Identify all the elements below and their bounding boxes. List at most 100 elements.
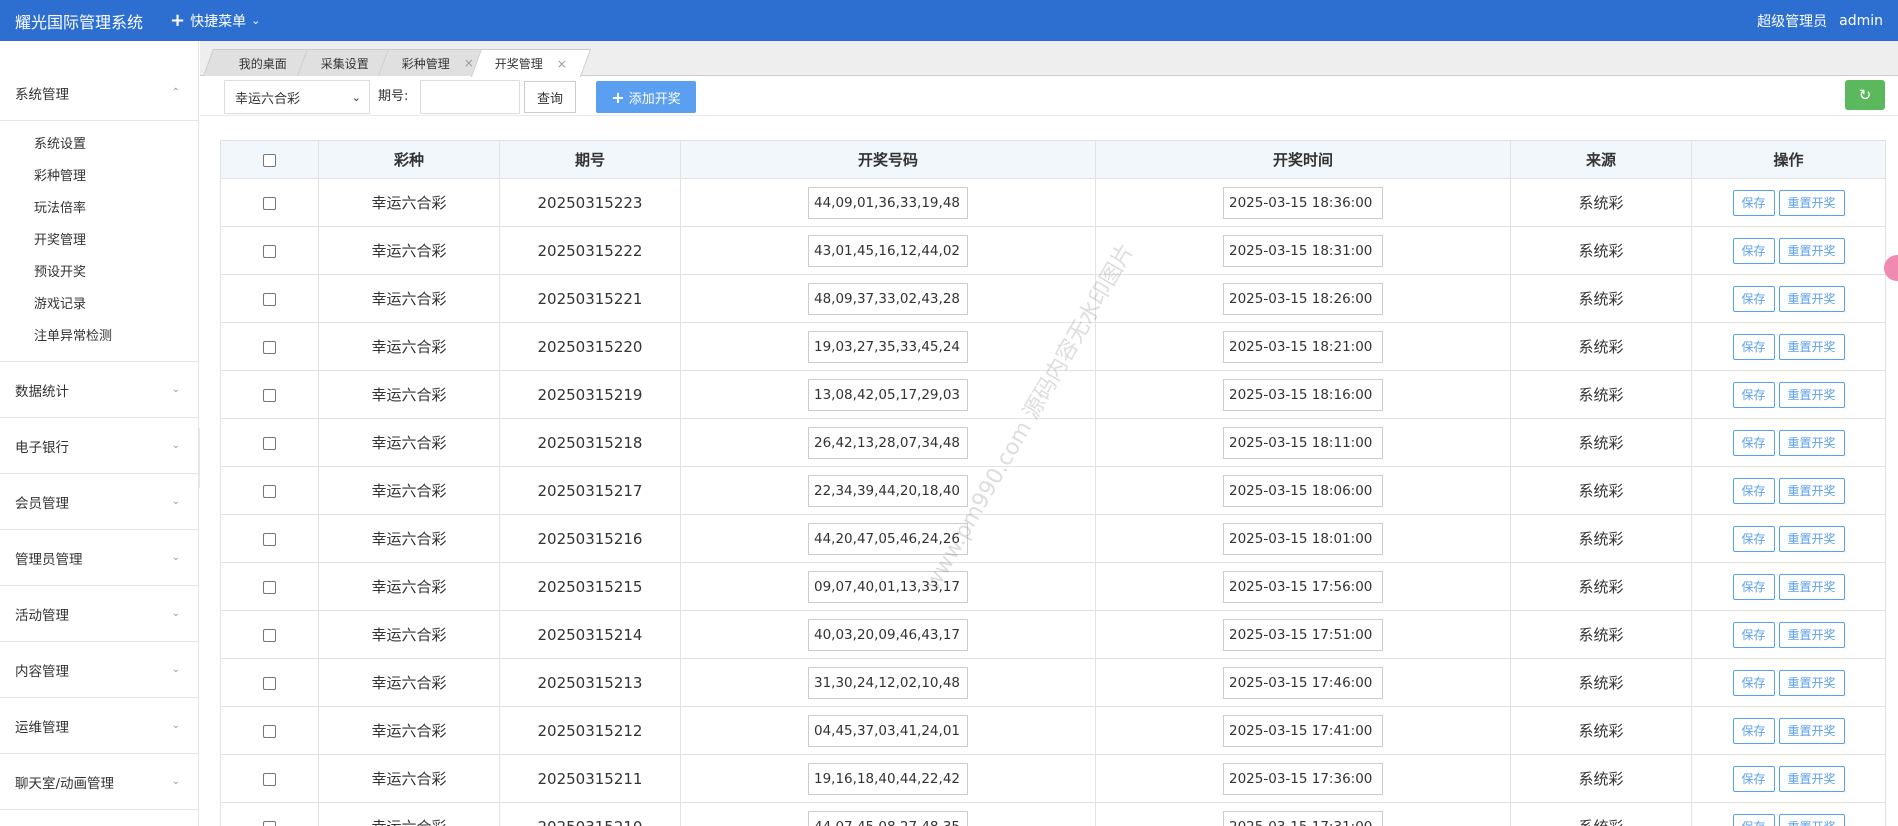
save-button[interactable]: 保存	[1732, 717, 1775, 744]
save-button[interactable]: 保存	[1732, 669, 1775, 696]
reset-draw-button[interactable]: 重置开奖	[1778, 813, 1845, 826]
sidebar-group-system[interactable]: 系统管理 ⌃	[0, 65, 198, 121]
save-button[interactable]: 保存	[1732, 813, 1775, 826]
sidebar-item[interactable]: 玩法倍率	[0, 193, 198, 225]
sidebar-item[interactable]: 系统设置	[0, 129, 198, 161]
reset-draw-button[interactable]: 重置开奖	[1778, 285, 1845, 312]
reset-draw-button[interactable]: 重置开奖	[1778, 381, 1845, 408]
save-button[interactable]: 保存	[1732, 333, 1775, 360]
time-input[interactable]: 2025-03-15 18:06:00	[1223, 474, 1383, 507]
row-checkbox[interactable]	[263, 436, 276, 450]
sidebar-item[interactable]: 注单异常检测	[0, 321, 198, 353]
reset-draw-button[interactable]: 重置开奖	[1778, 765, 1845, 792]
close-icon[interactable]: ×	[464, 56, 474, 70]
column-header-source[interactable]: 来源	[1510, 140, 1692, 179]
reset-draw-button[interactable]: 重置开奖	[1778, 525, 1845, 552]
save-button[interactable]: 保存	[1732, 285, 1775, 312]
add-draw-button[interactable]: + 添加开奖	[596, 81, 696, 113]
time-input[interactable]: 2025-03-15 17:31:00	[1223, 810, 1383, 826]
sidebar-group[interactable]: 电子银行 ⌄	[0, 418, 198, 474]
time-input[interactable]: 2025-03-15 18:31:00	[1223, 234, 1383, 267]
sidebar-group[interactable]: 内容管理 ⌄	[0, 642, 198, 698]
reset-draw-button[interactable]: 重置开奖	[1778, 621, 1845, 648]
time-input[interactable]: 2025-03-15 18:36:00	[1223, 186, 1383, 219]
row-checkbox[interactable]	[263, 628, 276, 642]
reset-draw-button[interactable]: 重置开奖	[1778, 669, 1845, 696]
numbers-input[interactable]: 44,09,01,36,33,19,48	[808, 186, 968, 219]
row-checkbox[interactable]	[263, 532, 276, 546]
numbers-input[interactable]: 04,45,37,03,41,24,01	[808, 714, 968, 747]
reset-draw-button[interactable]: 重置开奖	[1778, 189, 1845, 216]
tab[interactable]: 开奖管理 ×	[470, 49, 592, 77]
column-header-lottery[interactable]: 彩种	[318, 140, 500, 179]
row-checkbox[interactable]	[263, 580, 276, 594]
save-button[interactable]: 保存	[1732, 429, 1775, 456]
row-checkbox[interactable]	[263, 388, 276, 402]
sidebar-group[interactable]: 数据统计 ⌄	[0, 362, 198, 418]
save-button[interactable]: 保存	[1732, 189, 1775, 216]
lottery-select[interactable]: 幸运六合彩 ⌄	[224, 80, 370, 114]
numbers-input[interactable]: 43,01,45,16,12,44,02	[808, 234, 968, 267]
sidebar-item[interactable]: 游戏记录	[0, 289, 198, 321]
time-input[interactable]: 2025-03-15 17:51:00	[1223, 618, 1383, 651]
numbers-input[interactable]: 44,07,45,08,27,48,35	[808, 810, 968, 826]
numbers-input[interactable]: 48,09,37,33,02,43,28	[808, 282, 968, 315]
time-input[interactable]: 2025-03-15 18:26:00	[1223, 282, 1383, 315]
reset-draw-button[interactable]: 重置开奖	[1778, 717, 1845, 744]
reset-draw-button[interactable]: 重置开奖	[1778, 477, 1845, 504]
numbers-input[interactable]: 44,20,47,05,46,24,26	[808, 522, 968, 555]
refresh-button[interactable]: ↻	[1845, 80, 1885, 110]
save-button[interactable]: 保存	[1732, 381, 1775, 408]
numbers-input[interactable]: 22,34,39,44,20,18,40	[808, 474, 968, 507]
sidebar-group[interactable]: 活动管理 ⌄	[0, 586, 198, 642]
time-input[interactable]: 2025-03-15 17:56:00	[1223, 570, 1383, 603]
numbers-input[interactable]: 19,16,18,40,44,22,42	[808, 762, 968, 795]
column-header-time[interactable]: 开奖时间	[1095, 140, 1511, 179]
row-checkbox[interactable]	[263, 292, 276, 306]
numbers-input[interactable]: 40,03,20,09,46,43,17	[808, 618, 968, 651]
row-checkbox[interactable]	[263, 340, 276, 354]
save-button[interactable]: 保存	[1732, 765, 1775, 792]
save-button[interactable]: 保存	[1732, 525, 1775, 552]
quick-menu-button[interactable]: + 快捷菜单 ⌄	[170, 11, 260, 31]
numbers-input[interactable]: 09,07,40,01,13,33,17	[808, 570, 968, 603]
reset-draw-button[interactable]: 重置开奖	[1778, 573, 1845, 600]
time-input[interactable]: 2025-03-15 18:11:00	[1223, 426, 1383, 459]
close-icon[interactable]: ×	[557, 57, 567, 71]
row-checkbox[interactable]	[263, 244, 276, 258]
sidebar-group[interactable]: 运维管理 ⌄	[0, 698, 198, 754]
save-button[interactable]: 保存	[1732, 621, 1775, 648]
row-checkbox[interactable]	[263, 196, 276, 210]
user-menu[interactable]: admin	[1839, 13, 1883, 29]
row-checkbox[interactable]	[263, 820, 276, 826]
save-button[interactable]: 保存	[1732, 237, 1775, 264]
issue-input[interactable]	[420, 80, 520, 114]
numbers-input[interactable]: 31,30,24,12,02,10,48	[808, 666, 968, 699]
time-input[interactable]: 2025-03-15 17:36:00	[1223, 762, 1383, 795]
row-checkbox[interactable]	[263, 724, 276, 738]
numbers-input[interactable]: 13,08,42,05,17,29,03	[808, 378, 968, 411]
save-button[interactable]: 保存	[1732, 573, 1775, 600]
reset-draw-button[interactable]: 重置开奖	[1778, 333, 1845, 360]
floating-button[interactable]	[1884, 255, 1898, 281]
time-input[interactable]: 2025-03-15 18:21:00	[1223, 330, 1383, 363]
sidebar-group[interactable]: 聊天室/动画管理 ⌄	[0, 754, 198, 810]
reset-draw-button[interactable]: 重置开奖	[1778, 429, 1845, 456]
time-input[interactable]: 2025-03-15 17:41:00	[1223, 714, 1383, 747]
sidebar-item[interactable]: 预设开奖	[0, 257, 198, 289]
row-checkbox[interactable]	[263, 676, 276, 690]
sidebar-item[interactable]: 开奖管理	[0, 225, 198, 257]
time-input[interactable]: 2025-03-15 18:16:00	[1223, 378, 1383, 411]
column-header-numbers[interactable]: 开奖号码	[680, 140, 1096, 179]
row-checkbox[interactable]	[263, 484, 276, 498]
time-input[interactable]: 2025-03-15 18:01:00	[1223, 522, 1383, 555]
select-all-checkbox[interactable]	[263, 153, 276, 167]
reset-draw-button[interactable]: 重置开奖	[1778, 237, 1845, 264]
time-input[interactable]: 2025-03-15 17:46:00	[1223, 666, 1383, 699]
row-checkbox[interactable]	[263, 772, 276, 786]
sidebar-group[interactable]: 会员管理 ⌄	[0, 474, 198, 530]
sidebar-group[interactable]: 管理员管理 ⌄	[0, 530, 198, 586]
save-button[interactable]: 保存	[1732, 477, 1775, 504]
numbers-input[interactable]: 19,03,27,35,33,45,24	[808, 330, 968, 363]
sidebar-item[interactable]: 彩种管理	[0, 161, 198, 193]
